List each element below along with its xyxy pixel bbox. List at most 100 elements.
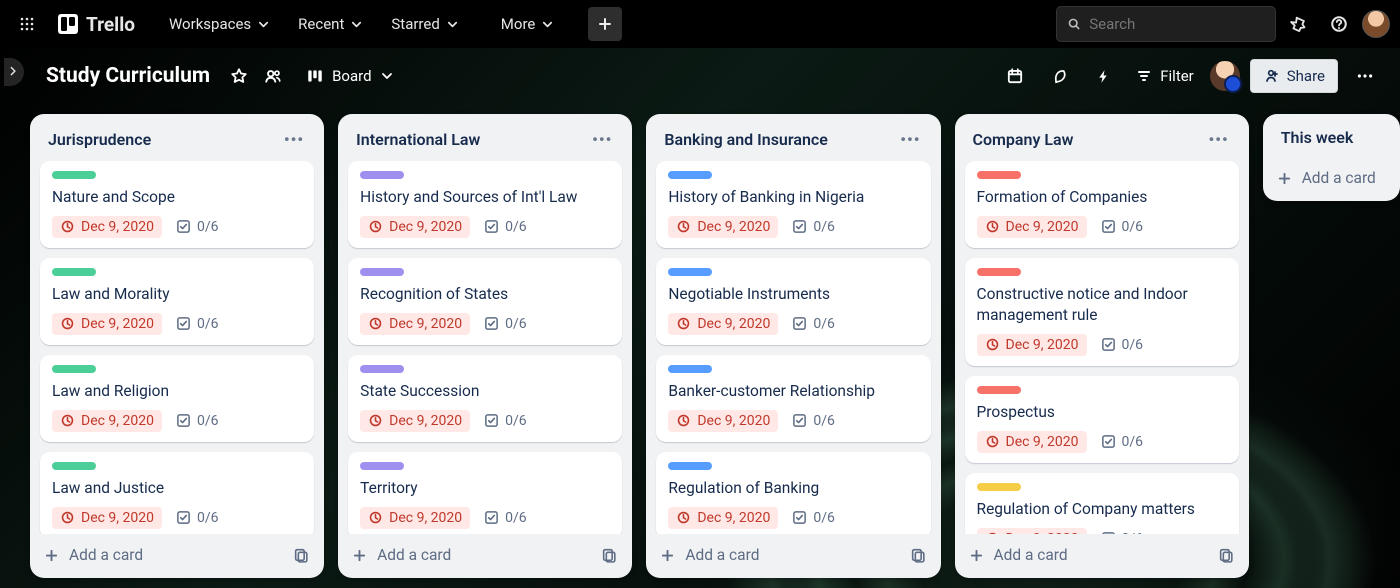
list-menu-button[interactable]: •••	[588, 128, 616, 151]
card-template-button[interactable]	[1218, 547, 1235, 564]
card-label[interactable]	[977, 268, 1021, 276]
card[interactable]: State SuccessionDec 9, 20200/6	[348, 355, 622, 442]
card-label[interactable]	[52, 462, 96, 470]
card[interactable]: Law and MoralityDec 9, 20200/6	[40, 258, 314, 345]
card[interactable]: Law and ReligionDec 9, 20200/6	[40, 355, 314, 442]
help-icon[interactable]	[1322, 7, 1356, 41]
checklist-text: 0/6	[1122, 337, 1144, 353]
view-switcher[interactable]: Board	[296, 59, 403, 93]
list-menu-button[interactable]: •••	[896, 128, 924, 151]
card-label[interactable]	[668, 365, 712, 373]
card[interactable]: Constructive notice and Indoor managemen…	[965, 258, 1239, 366]
card-label[interactable]	[668, 462, 712, 470]
card-title: Nature and Scope	[52, 187, 302, 208]
list-title[interactable]: Jurisprudence	[48, 130, 151, 149]
notifications-icon[interactable]	[1282, 7, 1316, 41]
card-label[interactable]	[977, 386, 1021, 394]
list-menu-button[interactable]: •••	[1204, 128, 1232, 151]
visibility-button[interactable]	[256, 59, 290, 93]
share-label: Share	[1287, 67, 1325, 85]
due-date-badge[interactable]: Dec 9, 2020	[977, 216, 1087, 238]
add-card-button[interactable]: Add a card	[44, 546, 143, 564]
menu-label: More	[501, 15, 536, 33]
card-label[interactable]	[977, 171, 1021, 179]
due-date-badge[interactable]: Dec 9, 2020	[668, 410, 778, 432]
card[interactable]: Nature and ScopeDec 9, 20200/6	[40, 161, 314, 248]
list-title[interactable]: International Law	[356, 130, 480, 149]
card[interactable]: TerritoryDec 9, 20200/6	[348, 452, 622, 534]
card-template-button[interactable]	[910, 547, 927, 564]
card-template-button[interactable]	[293, 547, 310, 564]
due-date-text: Dec 9, 2020	[81, 219, 154, 235]
list-title[interactable]: Company Law	[973, 130, 1074, 149]
card[interactable]: History of Banking in NigeriaDec 9, 2020…	[656, 161, 930, 248]
account-avatar[interactable]	[1362, 10, 1390, 38]
card-badges: Dec 9, 20200/6	[977, 216, 1227, 238]
add-card-button[interactable]: Add a card	[969, 546, 1068, 564]
due-date-badge[interactable]: Dec 9, 2020	[360, 507, 470, 529]
card-label[interactable]	[52, 365, 96, 373]
list-title[interactable]: Banking and Insurance	[664, 130, 828, 149]
card-label[interactable]	[52, 171, 96, 179]
add-card-button[interactable]: Add a card	[352, 546, 451, 564]
card-label[interactable]	[360, 365, 404, 373]
checklist-text: 0/6	[197, 413, 219, 429]
menu-starred[interactable]: Starred	[379, 7, 470, 41]
card[interactable]: Regulation of Company mattersDec 9, 2020…	[965, 473, 1239, 534]
topbar: Trello WorkspacesRecent Starred More	[0, 0, 1400, 48]
due-date-badge[interactable]: Dec 9, 2020	[52, 216, 162, 238]
menu-more[interactable]: More	[489, 7, 567, 41]
card-label[interactable]	[977, 483, 1021, 491]
search-box[interactable]	[1056, 6, 1276, 42]
clock-icon	[985, 434, 1000, 449]
add-card-button[interactable]: Add a card	[1277, 169, 1376, 187]
board-menu-button[interactable]	[1348, 59, 1382, 93]
card[interactable]: Law and JusticeDec 9, 20200/6	[40, 452, 314, 534]
card-label[interactable]	[52, 268, 96, 276]
list-menu-button[interactable]: •••	[280, 128, 308, 151]
board-canvas[interactable]: Jurisprudence ••• Nature and Scope Dec 9, 2…	[0, 104, 1400, 588]
menu-recent[interactable]: Recent	[286, 7, 375, 41]
add-card-button[interactable]: Add a card	[660, 546, 759, 564]
filter-button[interactable]: Filter	[1130, 63, 1200, 89]
card-template-button[interactable]	[601, 547, 618, 564]
card-label[interactable]	[668, 268, 712, 276]
apps-icon[interactable]	[10, 7, 44, 41]
create-button[interactable]	[588, 7, 622, 41]
powerups-button[interactable]	[1042, 59, 1076, 93]
due-date-badge[interactable]: Dec 9, 2020	[668, 216, 778, 238]
search-input[interactable]	[1089, 15, 1265, 33]
due-date-badge[interactable]: Dec 9, 2020	[52, 507, 162, 529]
card[interactable]: Banker-customer RelationshipDec 9, 20200…	[656, 355, 930, 442]
card[interactable]: ProspectusDec 9, 20200/6	[965, 376, 1239, 463]
due-date-badge[interactable]: Dec 9, 2020	[668, 313, 778, 335]
due-date-badge[interactable]: Dec 9, 2020	[977, 334, 1087, 356]
card[interactable]: Recognition of StatesDec 9, 20200/6	[348, 258, 622, 345]
checklist-badge: 0/6	[176, 510, 219, 526]
board-title[interactable]: Study Curriculum	[46, 64, 210, 88]
app-logo[interactable]: Trello	[50, 13, 143, 36]
card-label[interactable]	[668, 171, 712, 179]
card-label[interactable]	[360, 462, 404, 470]
menu-workspaces[interactable]: Workspaces	[157, 7, 282, 41]
due-date-badge[interactable]: Dec 9, 2020	[668, 507, 778, 529]
calendar-powerup-button[interactable]	[998, 59, 1032, 93]
due-date-badge[interactable]: Dec 9, 2020	[360, 410, 470, 432]
menu-label: Starred	[391, 15, 439, 33]
card-label[interactable]	[360, 268, 404, 276]
automation-button[interactable]	[1086, 59, 1120, 93]
list-title[interactable]: This week	[1281, 128, 1354, 147]
card[interactable]: Negotiable InstrumentsDec 9, 20200/6	[656, 258, 930, 345]
card[interactable]: Regulation of BankingDec 9, 20200/6	[656, 452, 930, 534]
card[interactable]: Formation of CompaniesDec 9, 20200/6	[965, 161, 1239, 248]
due-date-badge[interactable]: Dec 9, 2020	[360, 216, 470, 238]
board-member-avatar[interactable]	[1210, 61, 1240, 91]
card[interactable]: History and Sources of Int'l LawDec 9, 2…	[348, 161, 622, 248]
due-date-badge[interactable]: Dec 9, 2020	[52, 313, 162, 335]
star-board-button[interactable]	[222, 59, 256, 93]
card-label[interactable]	[360, 171, 404, 179]
due-date-badge[interactable]: Dec 9, 2020	[977, 431, 1087, 453]
share-button[interactable]: Share	[1250, 59, 1338, 93]
due-date-badge[interactable]: Dec 9, 2020	[52, 410, 162, 432]
due-date-badge[interactable]: Dec 9, 2020	[360, 313, 470, 335]
